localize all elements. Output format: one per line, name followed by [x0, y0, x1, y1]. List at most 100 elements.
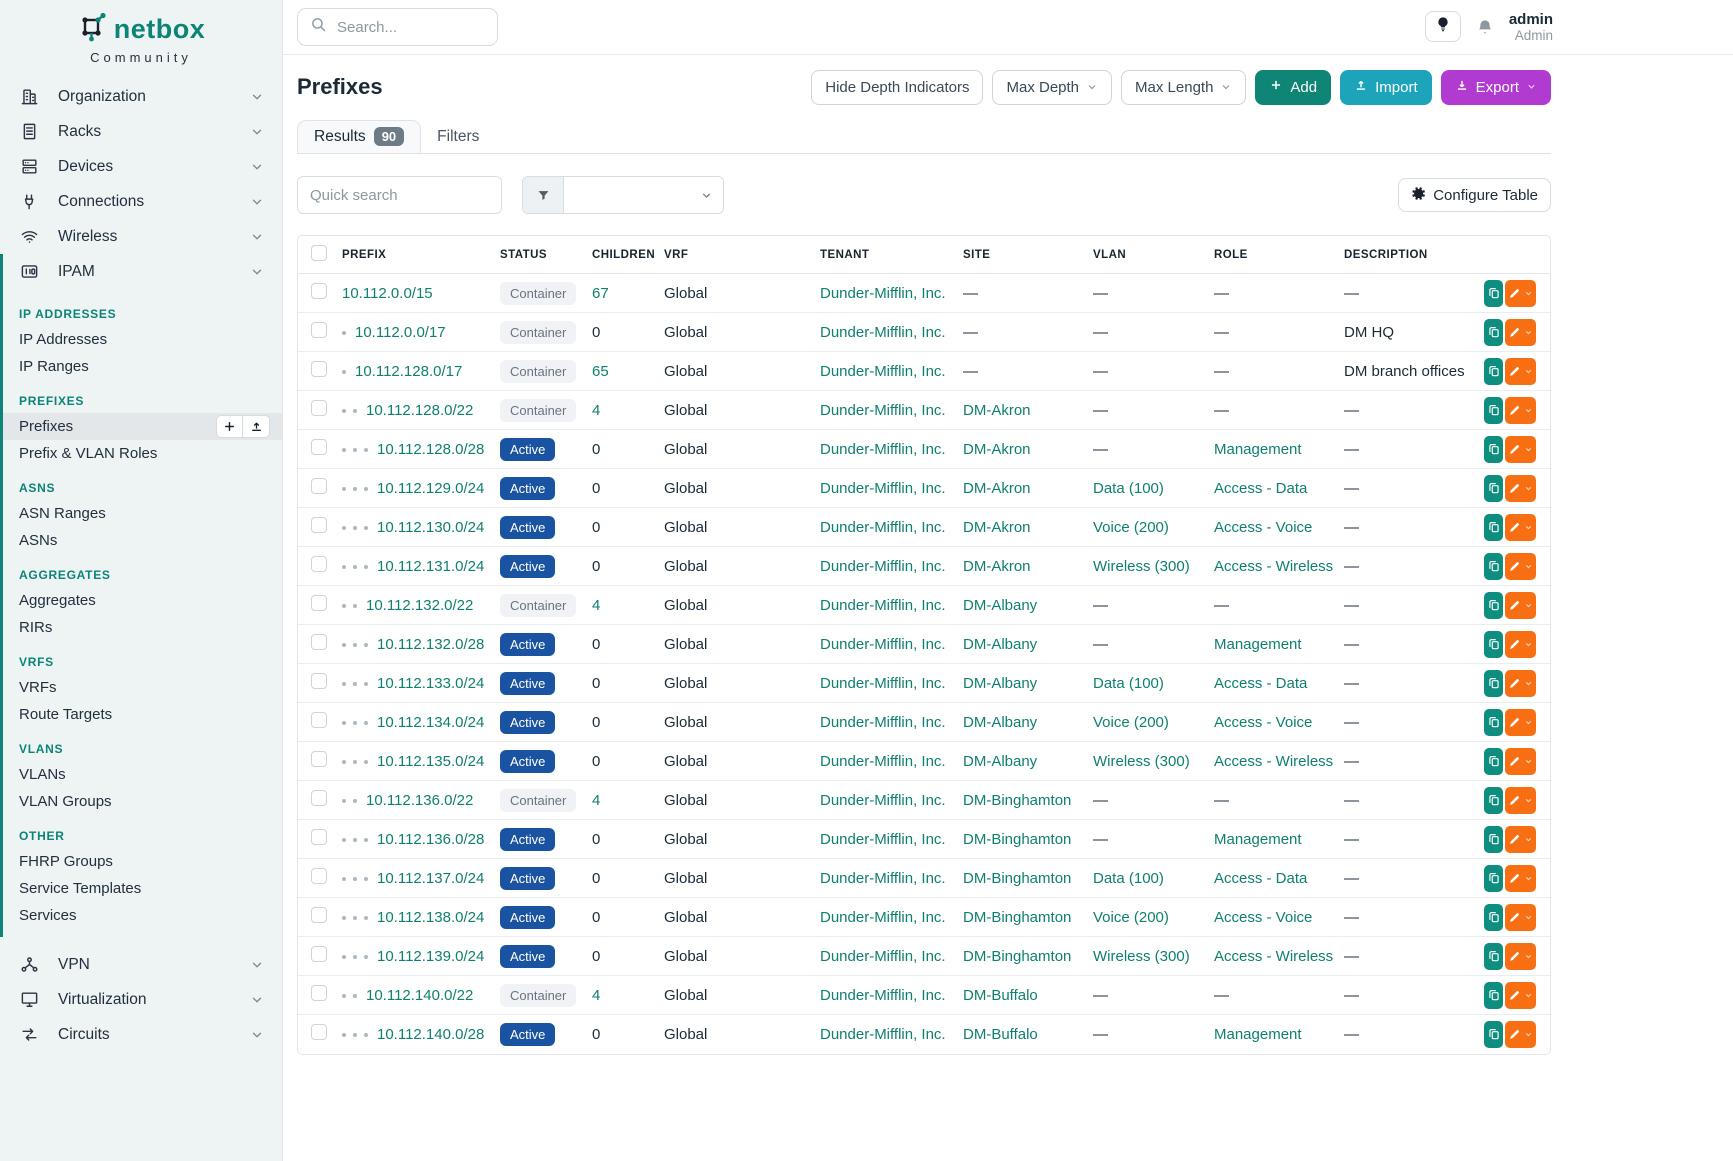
sidebar-item-ip-addresses[interactable]: IP Addresses: [3, 326, 282, 353]
clone-button[interactable]: [1484, 319, 1503, 346]
sidebar-item-virtualization[interactable]: Virtualization: [0, 982, 282, 1017]
max-length-dropdown[interactable]: Max Length: [1121, 70, 1246, 105]
prefix-link[interactable]: 10.112.0.0/17: [355, 324, 446, 341]
row-checkbox[interactable]: [311, 712, 327, 728]
row-checkbox[interactable]: [311, 283, 327, 299]
row-checkbox[interactable]: [311, 439, 327, 455]
clone-button[interactable]: [1484, 943, 1503, 970]
column-header-vrf[interactable]: VRF: [664, 236, 820, 274]
tenant-link[interactable]: Dunder-Mifflin, Inc.: [820, 948, 946, 965]
prefix-link[interactable]: 10.112.128.0/17: [355, 363, 462, 380]
vlan-link[interactable]: Data (100): [1093, 870, 1164, 887]
prefix-link[interactable]: 10.112.130.0/24: [377, 519, 484, 536]
prefix-link[interactable]: 10.112.0.0/15: [342, 285, 433, 302]
edit-dropdown-button[interactable]: [1505, 397, 1536, 424]
site-link[interactable]: DM-Albany: [963, 753, 1037, 770]
site-link[interactable]: DM-Binghamton: [963, 909, 1071, 926]
clone-button[interactable]: [1484, 748, 1503, 775]
prefix-link[interactable]: 10.112.140.0/22: [366, 987, 473, 1004]
children-count-link[interactable]: 4: [592, 597, 600, 614]
site-link[interactable]: DM-Albany: [963, 714, 1037, 731]
tenant-link[interactable]: Dunder-Mifflin, Inc.: [820, 1026, 946, 1043]
sidebar-item-ip-ranges[interactable]: IP Ranges: [3, 353, 282, 380]
children-count-link[interactable]: 4: [592, 402, 600, 419]
site-link[interactable]: DM-Binghamton: [963, 870, 1071, 887]
tenant-link[interactable]: Dunder-Mifflin, Inc.: [820, 402, 946, 419]
import-button[interactable]: Import: [1340, 70, 1432, 105]
edit-dropdown-button[interactable]: [1505, 943, 1536, 970]
sidebar-item-connections[interactable]: Connections: [0, 184, 282, 219]
edit-dropdown-button[interactable]: [1505, 280, 1536, 307]
prefix-link[interactable]: 10.112.135.0/24: [377, 753, 484, 770]
tenant-link[interactable]: Dunder-Mifflin, Inc.: [820, 441, 946, 458]
site-link[interactable]: DM-Akron: [963, 558, 1031, 575]
tenant-link[interactable]: Dunder-Mifflin, Inc.: [820, 831, 946, 848]
clone-button[interactable]: [1484, 709, 1503, 736]
clone-button[interactable]: [1484, 904, 1503, 931]
edit-dropdown-button[interactable]: [1505, 826, 1536, 853]
edit-dropdown-button[interactable]: [1505, 358, 1536, 385]
tenant-link[interactable]: Dunder-Mifflin, Inc.: [820, 519, 946, 536]
prefix-link[interactable]: 10.112.129.0/24: [377, 480, 484, 497]
vlan-link[interactable]: Voice (200): [1093, 909, 1169, 926]
edit-dropdown-button[interactable]: [1505, 670, 1536, 697]
site-link[interactable]: DM-Binghamton: [963, 948, 1071, 965]
edit-dropdown-button[interactable]: [1505, 436, 1536, 463]
role-link[interactable]: Access - Wireless: [1214, 753, 1333, 770]
max-depth-dropdown[interactable]: Max Depth: [992, 70, 1112, 105]
clone-button[interactable]: [1484, 865, 1503, 892]
row-checkbox[interactable]: [311, 673, 327, 689]
role-link[interactable]: Access - Wireless: [1214, 948, 1333, 965]
sidebar-item-rirs[interactable]: RIRs: [3, 614, 282, 641]
sidebar-item-asns[interactable]: ASNs: [3, 527, 282, 554]
column-header-vlan[interactable]: VLAN: [1093, 236, 1214, 274]
sidebar-item-ipam[interactable]: IPAM: [3, 254, 282, 289]
site-link[interactable]: DM-Akron: [963, 480, 1031, 497]
edit-dropdown-button[interactable]: [1505, 475, 1536, 502]
prefix-link[interactable]: 10.112.128.0/22: [366, 402, 473, 419]
import-prefix-button[interactable]: [243, 415, 270, 438]
column-header-children[interactable]: CHILDREN: [592, 236, 664, 274]
row-checkbox[interactable]: [311, 595, 327, 611]
role-link[interactable]: Access - Data: [1214, 675, 1307, 692]
role-link[interactable]: Management: [1214, 1026, 1302, 1043]
column-header-tenant[interactable]: TENANT: [820, 236, 963, 274]
clone-button[interactable]: [1484, 553, 1503, 580]
children-count-link[interactable]: 67: [592, 285, 609, 302]
role-link[interactable]: Access - Voice: [1214, 714, 1312, 731]
row-checkbox[interactable]: [311, 868, 327, 884]
clone-button[interactable]: [1484, 397, 1503, 424]
role-link[interactable]: Access - Voice: [1214, 519, 1312, 536]
vlan-link[interactable]: Voice (200): [1093, 519, 1169, 536]
sidebar-item-circuits[interactable]: Circuits: [0, 1017, 282, 1052]
tenant-link[interactable]: Dunder-Mifflin, Inc.: [820, 285, 946, 302]
tenant-link[interactable]: Dunder-Mifflin, Inc.: [820, 987, 946, 1004]
row-checkbox[interactable]: [311, 1024, 327, 1040]
role-link[interactable]: Access - Voice: [1214, 909, 1312, 926]
prefix-link[interactable]: 10.112.136.0/22: [366, 792, 473, 809]
quick-search-input[interactable]: Quick search: [297, 176, 502, 214]
children-count-link[interactable]: 4: [592, 792, 600, 809]
clone-button[interactable]: [1484, 787, 1503, 814]
children-count-link[interactable]: 65: [592, 363, 609, 380]
prefix-link[interactable]: 10.112.139.0/24: [377, 948, 484, 965]
tenant-link[interactable]: Dunder-Mifflin, Inc.: [820, 363, 946, 380]
add-prefix-button[interactable]: [216, 415, 243, 438]
row-checkbox[interactable]: [311, 556, 327, 572]
row-checkbox[interactable]: [311, 751, 327, 767]
row-checkbox[interactable]: [311, 400, 327, 416]
add-button[interactable]: Add: [1255, 70, 1331, 105]
edit-dropdown-button[interactable]: [1505, 904, 1536, 931]
vlan-link[interactable]: Voice (200): [1093, 714, 1169, 731]
vlan-link[interactable]: Wireless (300): [1093, 948, 1190, 965]
edit-dropdown-button[interactable]: [1505, 787, 1536, 814]
clone-button[interactable]: [1484, 1021, 1503, 1048]
sidebar-item-vlans[interactable]: VLANs: [3, 761, 282, 788]
sidebar-item-fhrp-groups[interactable]: FHRP Groups: [3, 848, 282, 875]
select-all-checkbox[interactable]: [311, 245, 327, 261]
column-header-status[interactable]: STATUS: [500, 236, 592, 274]
prefix-link[interactable]: 10.112.138.0/24: [377, 909, 484, 926]
edit-dropdown-button[interactable]: [1505, 1021, 1536, 1048]
sidebar-item-vlan-groups[interactable]: VLAN Groups: [3, 788, 282, 815]
prefix-link[interactable]: 10.112.136.0/28: [377, 831, 484, 848]
